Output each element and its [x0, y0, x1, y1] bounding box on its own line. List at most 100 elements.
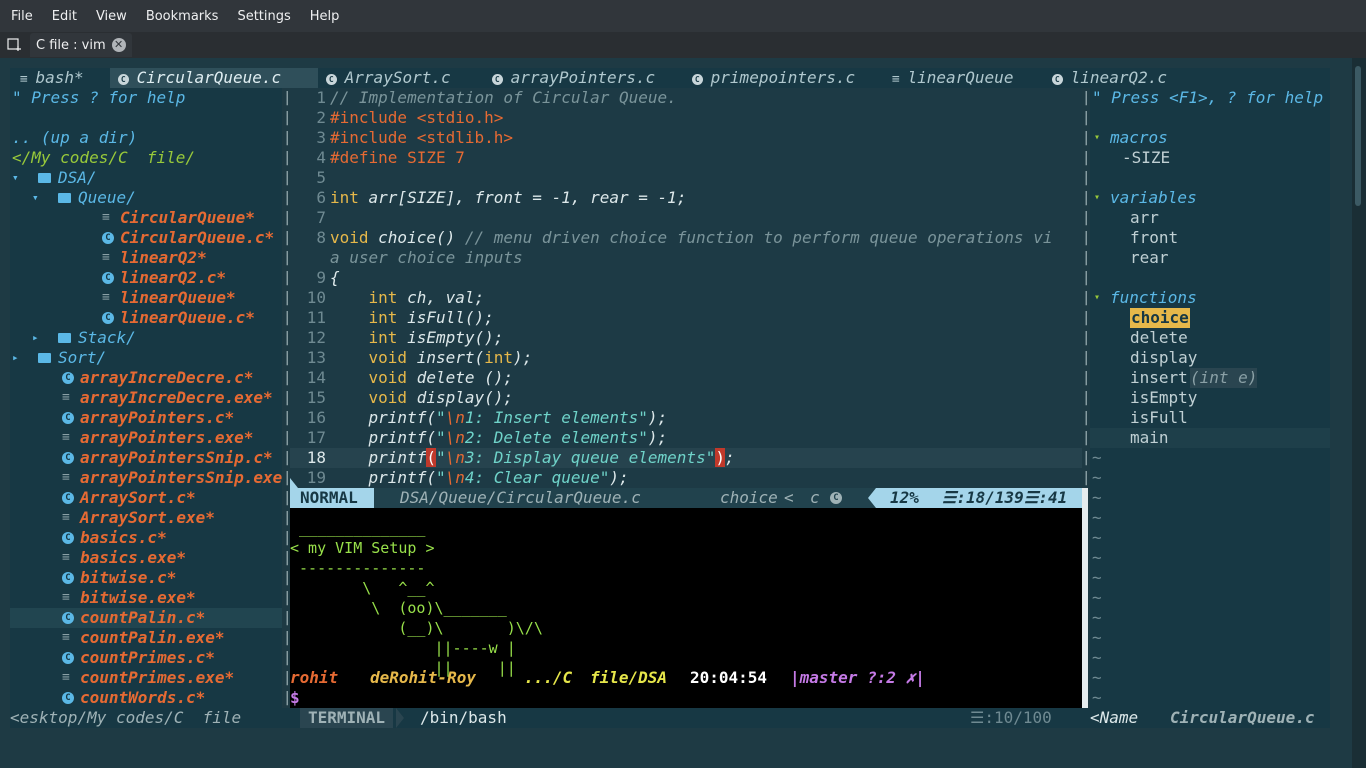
nerdtree-file[interactable]: ClinearQueue.c* [10, 308, 282, 328]
nerdtree-file[interactable]: CarrayIncreDecre.c* [10, 368, 282, 388]
nerdtree-dir[interactable]: ▾ DSA/ [10, 168, 282, 188]
code-line[interactable]: 11 int isFull(); [290, 308, 1082, 328]
menu-view[interactable]: View [88, 9, 135, 24]
menu-file[interactable]: File [3, 9, 41, 24]
tagbar-item-label: front [1130, 228, 1179, 247]
vim-tab[interactable]: C primepointers.c [684, 68, 884, 88]
file-lines-icon: ≡ [102, 210, 110, 225]
vim-tab[interactable]: C arrayPointers.c [484, 68, 684, 88]
nerdtree-file[interactable]: ≡ arrayPointersSnip.exe* [10, 468, 282, 488]
tagbar-item[interactable]: isEmpty [1090, 388, 1330, 408]
tagbar-item[interactable]: display [1090, 348, 1330, 368]
vim-tab[interactable]: C ArraySort.c [318, 68, 484, 88]
nerdtree-updir[interactable]: .. (up a dir) [12, 128, 137, 148]
vim-tab[interactable]: ≡ bash* [12, 68, 110, 88]
scrollbar[interactable] [1352, 58, 1366, 768]
code-line[interactable]: 10 int ch, val; [290, 288, 1082, 308]
nerdtree-file[interactable]: Cbasics.c* [10, 528, 282, 548]
nerdtree-file[interactable]: ClinearQ2.c* [10, 268, 282, 288]
vim-tab[interactable]: C linearQ2.c [1044, 68, 1194, 88]
tagbar-item[interactable]: isFull [1090, 408, 1330, 428]
code-line[interactable]: 8 void choice() // menu driven choice fun… [290, 228, 1082, 248]
code-line[interactable]: 16 printf("\n1: Insert elements"); [290, 408, 1082, 428]
code-line[interactable]: 12 int isEmpty(); [290, 328, 1082, 348]
tagbar-item[interactable]: main [1090, 428, 1330, 448]
tagbar-item[interactable]: front [1090, 228, 1330, 248]
chevron-down-icon[interactable]: ▾ [1094, 288, 1100, 308]
chevron-down-icon[interactable]: ▾ [1094, 188, 1100, 208]
close-icon[interactable]: ✕ [111, 38, 126, 52]
nerdtree-dir[interactable]: ▸ Sort/ [10, 348, 282, 368]
nerdtree-file[interactable]: ≡ countPalin.exe* [10, 628, 282, 648]
nerdtree-file[interactable]: ≡ arrayPointers.exe* [10, 428, 282, 448]
code-line[interactable]: 15 void display(); [290, 388, 1082, 408]
nerdtree-file[interactable]: ≡ basics.exe* [10, 548, 282, 568]
code-line[interactable]: 1// Implementation of Circular Queue. [290, 88, 1082, 108]
nerdtree-file[interactable]: ≡ linearQ2* [10, 248, 282, 268]
code-line[interactable]: 13 void insert(int); [290, 348, 1082, 368]
menu-settings[interactable]: Settings [229, 9, 298, 24]
chevron-right-icon[interactable]: ▸ [12, 348, 19, 368]
code-line[interactable]: 7 [290, 208, 1082, 228]
terminal-pane[interactable]: ______________ < my VIM Setup > ---------… [290, 508, 1082, 708]
tagbar-item[interactable]: arr [1090, 208, 1330, 228]
nerdtree-file[interactable]: Cbitwise.c* [10, 568, 282, 588]
code-line[interactable]: 19 printf("\n4: Clear queue"); [290, 468, 1082, 488]
tab-vim[interactable]: C file : vim ✕ [30, 33, 132, 57]
new-tab-icon[interactable] [6, 36, 24, 54]
vim-tab[interactable]: ≡ linearQueue [884, 68, 1044, 88]
nerdtree-file[interactable]: CarrayPointersSnip.c* [10, 448, 282, 468]
code-line[interactable]: 2 #include <stdio.h> [290, 108, 1082, 128]
code-line[interactable]: 17 printf("\n2: Delete elements"); [290, 428, 1082, 448]
nerdtree-file[interactable]: CcountPrimes.c* [10, 648, 282, 668]
tagbar-item[interactable]: rear [1090, 248, 1330, 268]
code-line[interactable]: 18 printf("\n3: Display queue elements")… [290, 448, 1082, 468]
nerdtree-panel[interactable]: " Press ? for help .. (up a dir) </My code… [10, 88, 282, 708]
menu-help[interactable]: Help [302, 9, 348, 24]
code-line[interactable]: a user choice inputs [290, 248, 1082, 268]
nerdtree-file[interactable]: CcountWords.c* [10, 688, 282, 708]
tagbar-item[interactable]: insert (int e) [1090, 368, 1330, 388]
nerdtree-dir[interactable]: ▸ Stack/ [10, 328, 282, 348]
nerdtree-file[interactable]: ≡ linearQueue* [10, 288, 282, 308]
line-number: 2 [316, 108, 326, 127]
nerdtree-file[interactable]: C ArraySort.c* [10, 488, 282, 508]
nerdtree-file[interactable]: ≡ CircularQueue* [10, 208, 282, 228]
tagbar-panel[interactable]: " Press <F1>, ? for help ▾ macros -SIZE ▾ var… [1090, 88, 1330, 708]
code-token: " [435, 468, 446, 487]
nerdtree-file[interactable]: CarrayPointers.c* [10, 408, 282, 428]
tagbar-item[interactable]: -SIZE [1090, 148, 1330, 168]
tagbar-group[interactable]: ▾ variables [1090, 188, 1330, 208]
nerdtree-file[interactable]: ≡ bitwise.exe* [10, 588, 282, 608]
chevron-down-icon[interactable]: ▾ [32, 188, 39, 208]
vim-cmdline[interactable] [0, 728, 1352, 768]
nerdtree-file[interactable]: ≡ arrayIncreDecre.exe* [10, 388, 282, 408]
vim-tab[interactable]: C CircularQueue.c [110, 68, 318, 88]
tagbar-item[interactable]: delete [1090, 328, 1330, 348]
chevron-down-icon[interactable]: ▾ [12, 168, 19, 188]
code-line[interactable]: 5 [290, 168, 1082, 188]
split-separator-bar: | [283, 530, 292, 546]
tagbar-group[interactable]: ▾ macros [1090, 128, 1330, 148]
code-line[interactable]: 6 int arr[SIZE], front = -1, rear = -1; [290, 188, 1082, 208]
nerdtree-file[interactable]: CcountPalin.c* [10, 608, 282, 628]
code-line[interactable]: 14 void delete (); [290, 368, 1082, 388]
nerdtree-dir[interactable]: ▾ Queue/ [10, 188, 282, 208]
tagbar-item[interactable]: choice [1090, 308, 1330, 328]
code-token: int [368, 328, 398, 347]
nerdtree-file[interactable]: C CircularQueue.c* [10, 228, 282, 248]
code-line[interactable]: 9{ [290, 268, 1082, 288]
scrollbar-thumb[interactable] [1355, 66, 1361, 206]
menu-edit[interactable]: Edit [44, 9, 85, 24]
chevron-down-icon[interactable]: ▾ [1094, 128, 1100, 148]
code-line[interactable]: 3 #include <stdlib.h> [290, 128, 1082, 148]
chevron-right-icon[interactable]: ▸ [32, 328, 39, 348]
statusline-filetype: c [810, 488, 820, 507]
nerdtree-file[interactable]: ≡ countPrimes.exe* [10, 668, 282, 688]
code-editor[interactable]: 1// Implementation of Circular Queue. 2 #i… [290, 88, 1082, 488]
code-line[interactable]: 4 #define SIZE 7 [290, 148, 1082, 168]
nerdtree-file[interactable]: ≡ ArraySort.exe* [10, 508, 282, 528]
tagbar-group[interactable]: ▾ functions [1090, 288, 1330, 308]
menu-bookmarks[interactable]: Bookmarks [138, 9, 227, 24]
